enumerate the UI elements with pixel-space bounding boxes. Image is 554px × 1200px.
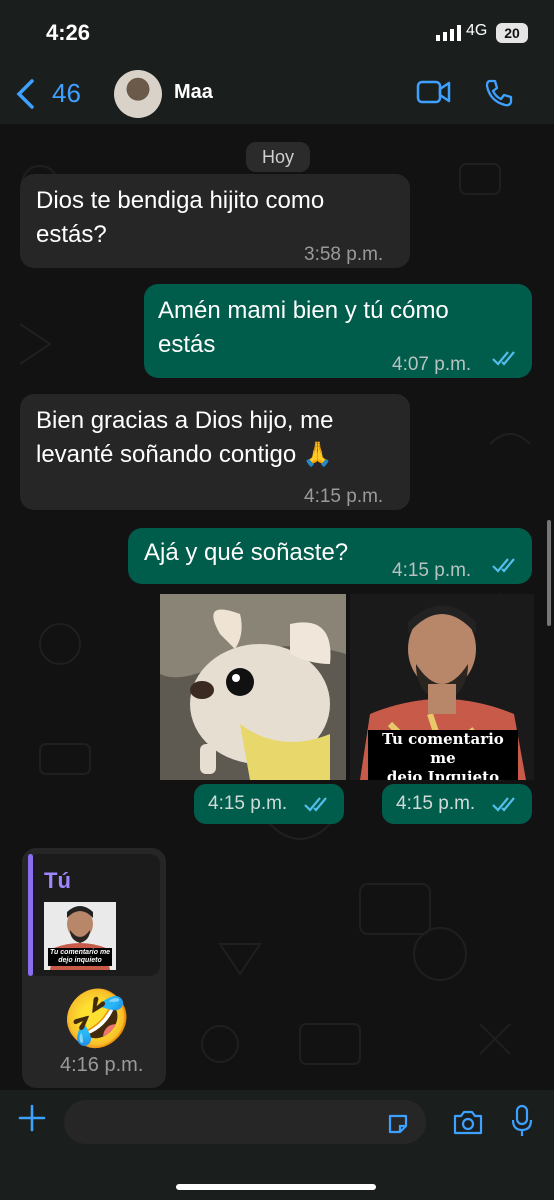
message-time: 4:15 p.m. (208, 793, 288, 814)
message-time: 4:16 p.m. (60, 1054, 144, 1076)
home-indicator (176, 1184, 376, 1190)
message-text: Dios te bendiga hijito como estás? (36, 187, 325, 248)
sticker-image-dog[interactable] (160, 594, 346, 780)
sticker-image-meme[interactable]: Tu comentario me dejo Inquieto (350, 594, 534, 780)
message-input[interactable] (64, 1100, 426, 1144)
quoted-sticker-caption: Tu comentario me dejo inquieto (49, 949, 111, 964)
message-incoming[interactable]: Dios te bendiga hijito como estás? 3:58 … (20, 174, 410, 268)
message-time: 4:15 p.m. (304, 486, 384, 507)
message-time: 4:07 p.m. (392, 354, 472, 375)
video-call-icon[interactable] (416, 78, 452, 106)
message-text: Bien gracias a Dios hijo, me levanté soñ… (36, 407, 334, 468)
quoted-author: Tú (44, 868, 71, 893)
quoted-message[interactable]: Tú Tu comentario me dejo inquieto (28, 854, 160, 976)
camera-icon[interactable] (452, 1108, 484, 1136)
sticker-timestamp: 4:15 p.m. (194, 784, 344, 824)
sticker-caption: Tu comentario me dejo Inquieto (368, 730, 518, 780)
status-bar: 4:26 4G 20 (0, 0, 554, 64)
signal-icon (436, 25, 461, 41)
quoted-sticker-thumbnail: Tu comentario me dejo inquieto (44, 902, 116, 970)
network-label: 4G (466, 22, 488, 39)
message-reply-incoming[interactable]: Tú Tu comentario me dejo inquieto 🤣 4:16… (22, 848, 166, 1088)
read-ticks-icon (492, 558, 515, 573)
message-text: Ajá y qué soñaste? (144, 539, 349, 566)
message-outgoing[interactable]: Ajá y qué soñaste? 4:15 p.m. (128, 528, 532, 584)
message-time: 4:15 p.m. (392, 560, 472, 581)
chevron-left-icon (16, 79, 34, 109)
avatar[interactable] (114, 70, 162, 118)
plus-icon[interactable] (18, 1104, 46, 1132)
clock: 4:26 (46, 20, 91, 45)
message-time: 4:15 p.m. (396, 793, 476, 814)
message-outgoing[interactable]: Amén mami bien y tú cómo estás 4:07 p.m. (144, 284, 532, 378)
microphone-icon[interactable] (510, 1104, 534, 1138)
phone-icon[interactable] (484, 78, 514, 108)
read-ticks-icon (304, 797, 327, 812)
battery-indicator: 20 (496, 23, 528, 43)
read-ticks-icon (492, 351, 515, 366)
sticker-icon[interactable] (386, 1112, 410, 1136)
chat-header: 46 Maa (0, 64, 554, 124)
sticker-timestamp: 4:15 p.m. (382, 784, 532, 824)
quote-accent-bar (28, 854, 33, 976)
back-button[interactable]: 46 (14, 76, 94, 112)
scroll-indicator[interactable] (547, 520, 551, 626)
dog-sticker-image (160, 594, 346, 780)
contact-name[interactable]: Maa (174, 81, 213, 104)
unread-count: 46 (52, 78, 81, 108)
message-time: 3:58 p.m. (304, 244, 384, 265)
day-separator: Hoy (246, 142, 310, 172)
read-ticks-icon (492, 797, 515, 812)
laughing-emoji: 🤣 (62, 987, 132, 1050)
message-incoming[interactable]: Bien gracias a Dios hijo, me levanté soñ… (20, 394, 410, 510)
